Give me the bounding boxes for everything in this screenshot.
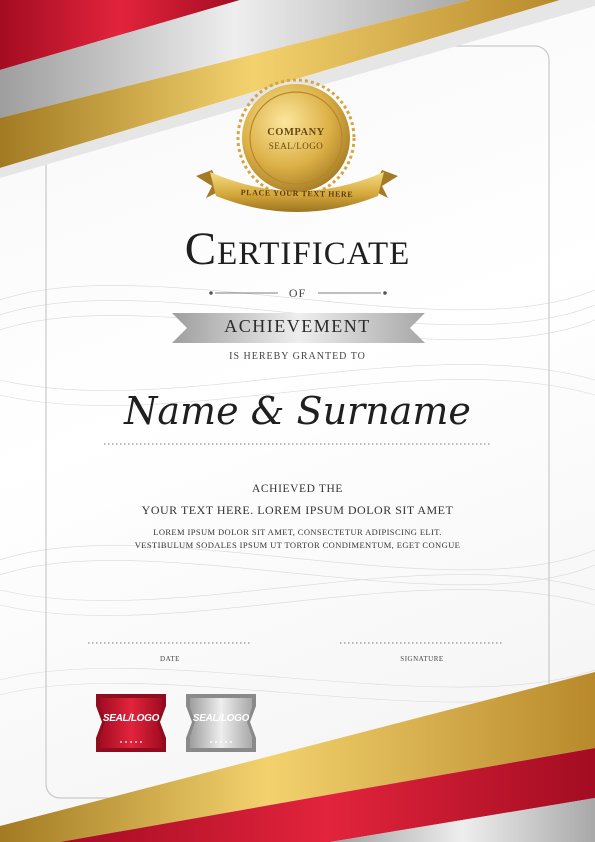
seal-line1: COMPANY <box>267 127 325 138</box>
achievement-label: ACHIEVEMENT <box>224 316 371 336</box>
bottom-corner-bands <box>0 672 595 842</box>
achievement-description: YOUR TEXT HERE. LOREM IPSUM DOLOR SIT AM… <box>141 503 454 517</box>
signature-label: SIGNATURE <box>400 655 444 663</box>
certificate-page: COMPANY SEAL/LOGO PLACE YOUR TEXT HERE C… <box>0 0 595 842</box>
body-text-line2: VESTIBULUM SODALES IPSUM UT TORTOR CONDI… <box>134 540 461 550</box>
body-text-line1: LOREM IPSUM DOLOR SIT AMET, CONSECTETUR … <box>153 527 442 537</box>
achieved-label: ACHIEVED THE <box>252 483 343 495</box>
recipient-name: Name & Surname <box>124 389 471 433</box>
granted-label: IS HEREBY GRANTED TO <box>229 351 366 362</box>
silver-badge-text: SEAL/LOGO <box>192 713 250 724</box>
of-label: OF <box>288 286 307 300</box>
certificate-title: Certificate <box>184 223 411 275</box>
seal-line2: SEAL/LOGO <box>268 141 324 151</box>
red-badge-text: SEAL/LOGO <box>102 713 160 724</box>
date-label: DATE <box>160 655 180 663</box>
